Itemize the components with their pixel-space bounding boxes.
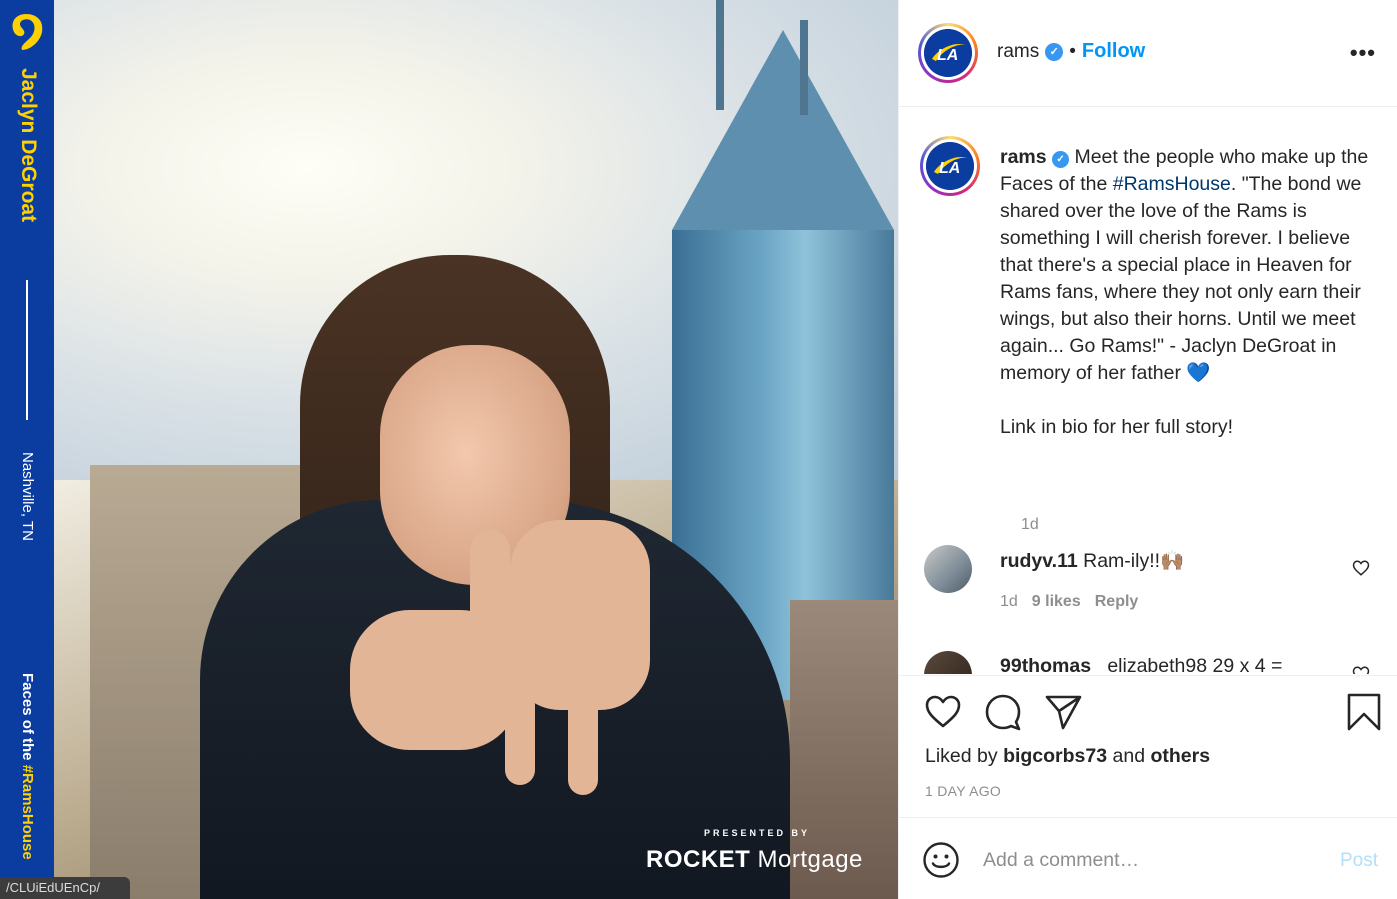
caption-hashtag[interactable]: #RamsHouse: [1113, 173, 1231, 195]
comment-heart-icon[interactable]: [1352, 559, 1370, 577]
comment-time[interactable]: 1d: [1000, 593, 1018, 611]
comment-avatar[interactable]: [924, 545, 972, 593]
caption-avatar[interactable]: LA: [920, 136, 980, 196]
like-heart-icon[interactable]: [923, 692, 963, 732]
comment-text: rudyv.11 Ram-ily!!🙌🏽: [1000, 549, 1184, 573]
instagram-post-modal: Jaclyn DeGroat Nashville, TN Faces of th…: [0, 0, 1397, 899]
avatar-border: LA: [923, 139, 977, 193]
comment-bubble-icon[interactable]: [983, 692, 1023, 732]
blue-heart-icon: 💙: [1186, 362, 1211, 384]
comment-reply-button[interactable]: Reply: [1095, 593, 1139, 611]
sponsor-brand: ROCKET: [646, 846, 751, 873]
liked-by-user[interactable]: bigcorbs73: [1003, 745, 1107, 767]
banner-hashtag: #RamsHouse: [19, 764, 36, 860]
comment-item: 99thomas _elizabeth98 29 x 4 =: [920, 651, 1390, 674]
banner-faces-prefix: Faces of the: [19, 673, 36, 765]
banner-divider: [26, 280, 28, 420]
verified-badge-icon: ✓: [1045, 42, 1064, 61]
caption-timestamp[interactable]: 1d: [1021, 516, 1039, 534]
comment-body: _elizabeth98 29 x 4 =: [1096, 655, 1283, 674]
svg-text:LA: LA: [937, 47, 958, 64]
comment-body: Ram-ily!!🙌🏽: [1083, 550, 1185, 572]
sponsor-label: PRESENTED BY: [704, 828, 811, 838]
comment-avatar[interactable]: [924, 651, 972, 674]
caption-link-line: Link in bio for her full story!: [1000, 416, 1234, 438]
header-avatar[interactable]: LA: [918, 23, 978, 83]
tower-spire-right: [800, 20, 808, 115]
finger-1: [505, 690, 535, 785]
rams-la-logo-icon: LA: [926, 142, 974, 190]
liked-by-mid: and: [1107, 745, 1151, 767]
hand-left: [350, 610, 520, 750]
header-username[interactable]: rams: [997, 41, 1039, 63]
svg-text:LA: LA: [939, 160, 960, 177]
liked-by-others[interactable]: others: [1150, 745, 1210, 767]
post-side-panel: LA rams ✓ • Follow ••• LA rams ✓ Meet th…: [898, 0, 1397, 899]
post-actions: Liked by bigcorbs73 and others 1 DAY AGO: [899, 675, 1397, 817]
caption-body-2: . "The bond we shared over the love of t…: [1000, 173, 1362, 384]
comments-section[interactable]: LA rams ✓ Meet the people who make up th…: [899, 108, 1397, 674]
verified-badge-icon: ✓: [1052, 151, 1070, 168]
comment-text: 99thomas _elizabeth98 29 x 4 =: [1000, 655, 1282, 674]
comment-username[interactable]: rudyv.11: [1000, 550, 1078, 572]
rams-horn-logo-icon: [12, 14, 43, 50]
caption-username[interactable]: rams: [1000, 146, 1047, 168]
hand-right: [510, 520, 650, 710]
liked-by-prefix: Liked by: [925, 745, 1004, 767]
status-url: /CLUiEdUEnCp/: [0, 877, 130, 899]
post-header: LA rams ✓ • Follow •••: [899, 0, 1397, 107]
comment-username[interactable]: 99thomas: [1000, 655, 1091, 674]
comment-heart-icon[interactable]: [1352, 665, 1370, 674]
header-user-line: rams ✓ • Follow: [997, 40, 1145, 63]
rams-la-logo-icon: LA: [924, 29, 972, 77]
save-bookmark-icon[interactable]: [1344, 692, 1384, 732]
caption-text: rams ✓ Meet the people who make up the F…: [1000, 144, 1370, 441]
share-send-icon[interactable]: [1043, 692, 1083, 732]
banner-city: Nashville, TN: [19, 452, 36, 541]
sponsor-brand-rest: Mortgage: [750, 846, 863, 873]
post-comment-button[interactable]: Post: [1340, 850, 1378, 872]
banner-faces: Faces of the #RamsHouse: [19, 673, 36, 860]
header-separator: •: [1069, 40, 1076, 62]
comment-likes[interactable]: 9 likes: [1032, 593, 1081, 611]
comment-input[interactable]: [983, 842, 1323, 878]
comment-meta: 1d 9 likes Reply: [1000, 593, 1138, 611]
emoji-smiley-icon[interactable]: [922, 841, 960, 879]
finger-2: [568, 690, 598, 795]
comment-item: rudyv.11 Ram-ily!!🙌🏽 1d 9 likes Reply: [920, 545, 1390, 615]
follow-button[interactable]: Follow: [1082, 40, 1145, 63]
add-comment-bar: Post: [899, 817, 1397, 899]
tower-roof: [672, 30, 894, 230]
side-banner: Jaclyn DeGroat Nashville, TN Faces of th…: [0, 0, 54, 899]
liked-by-line: Liked by bigcorbs73 and others: [925, 745, 1210, 768]
more-options-icon[interactable]: •••: [1350, 40, 1376, 66]
post-image: Jaclyn DeGroat Nashville, TN Faces of th…: [0, 0, 898, 899]
avatar-border: LA: [921, 26, 975, 80]
banner-name: Jaclyn DeGroat: [17, 68, 40, 223]
post-date[interactable]: 1 DAY AGO: [925, 783, 1001, 799]
sponsor-logo: ROCKET Mortgage: [646, 846, 863, 874]
tower-spire-left: [716, 0, 724, 110]
